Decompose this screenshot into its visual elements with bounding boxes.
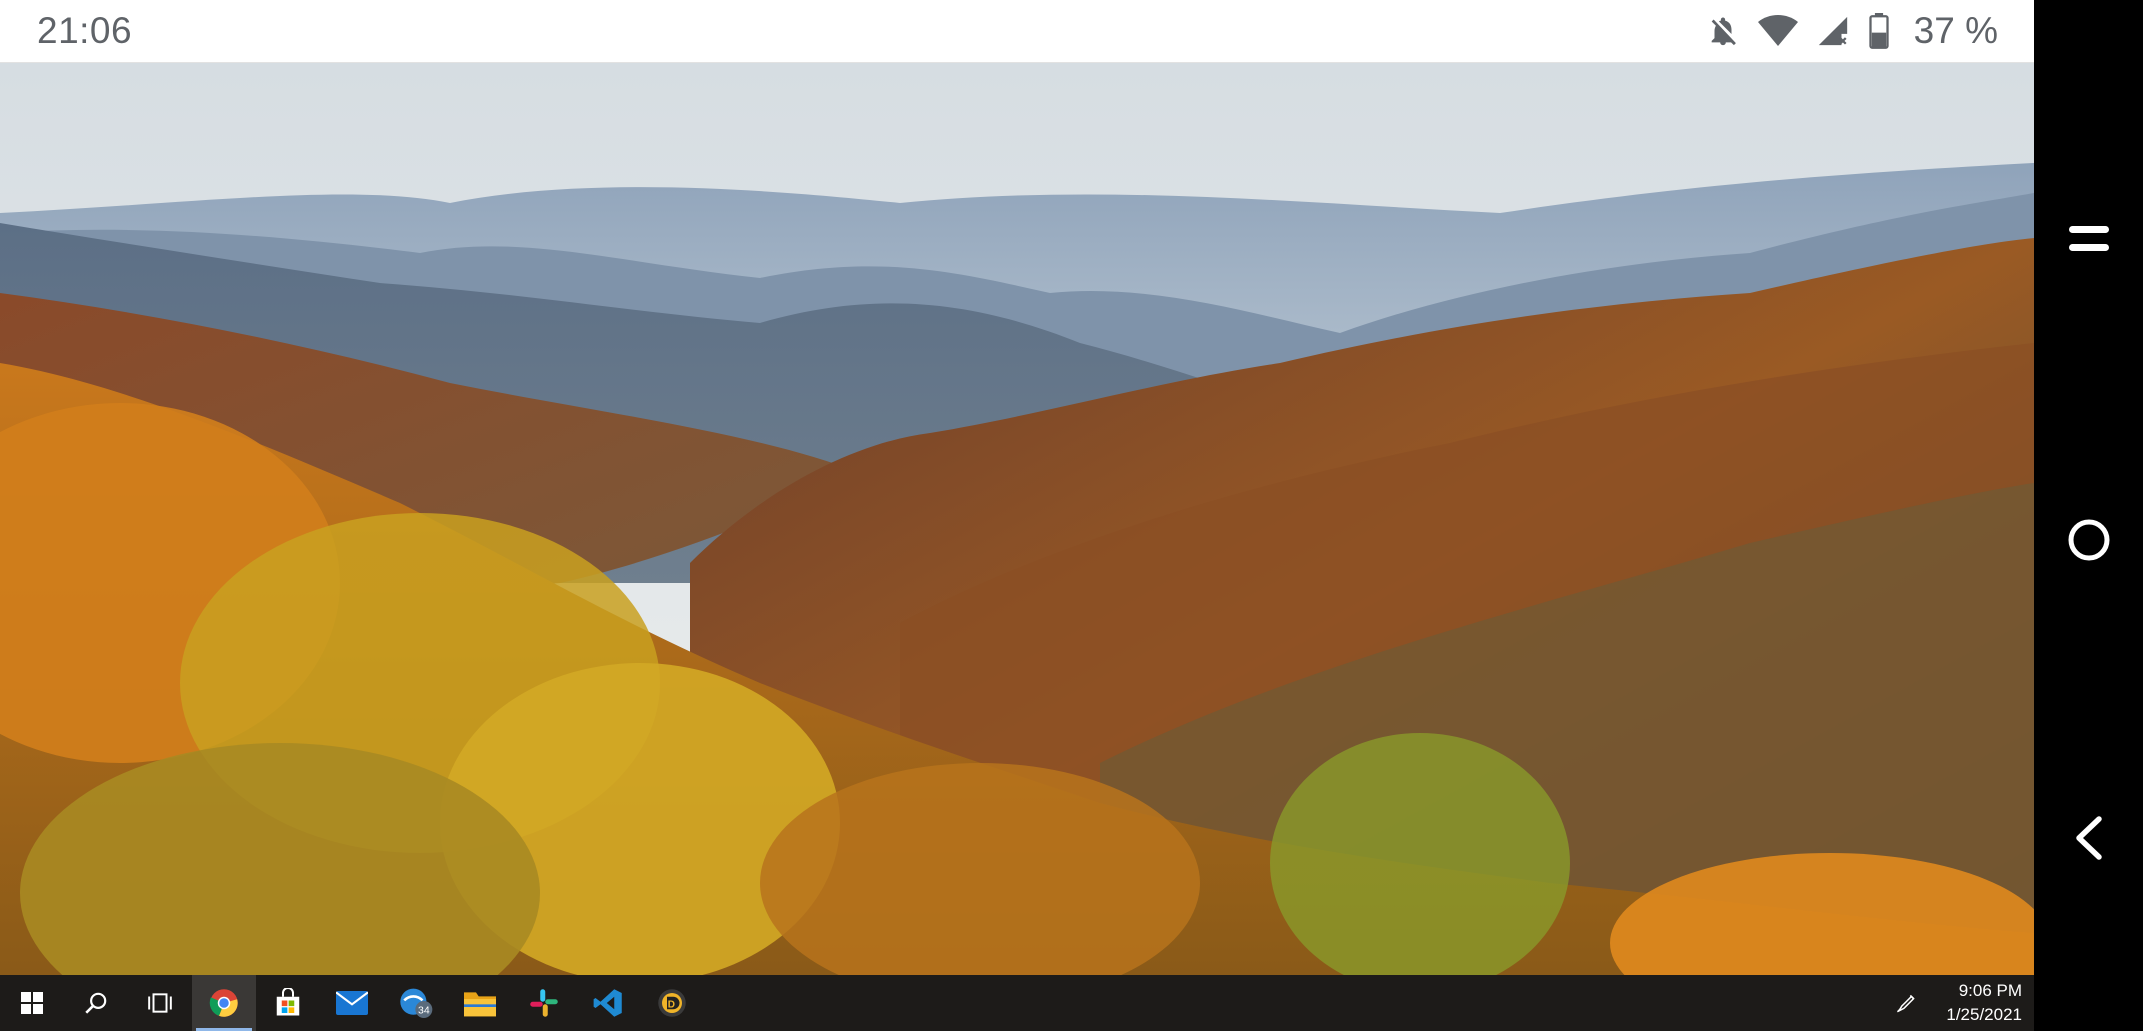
windows-taskbar: 34 D 9:06 PM 1/25/2021 [0,975,2034,1031]
clock-date: 1/25/2021 [1946,1005,2022,1024]
android-status-bar: 21:06 37 % [0,0,2034,63]
mail-icon[interactable] [320,975,384,1031]
battery-percentage: 37 % [1913,10,1998,51]
svg-text:D: D [668,999,675,1010]
media-app-icon[interactable]: D [640,975,704,1031]
app-badge-icon[interactable]: 34 [384,975,448,1031]
status-icons: 37 % [1706,10,1998,52]
task-view-icon[interactable] [128,975,192,1031]
system-tray: 9:06 PM 1/25/2021 [1882,975,2034,1031]
status-time: 21:06 [37,10,133,51]
store-icon[interactable] [256,975,320,1031]
home-icon[interactable] [2034,510,2143,570]
start-icon[interactable] [0,975,64,1031]
pen-icon[interactable] [1882,990,1930,1016]
back-icon[interactable] [2034,808,2143,868]
battery-icon [1868,13,1890,49]
wifi-icon [1757,14,1798,48]
remote-desktop[interactable] [0,63,2034,975]
search-icon[interactable] [64,975,128,1031]
chrome-icon[interactable] [192,975,256,1031]
vscode-icon[interactable] [576,975,640,1031]
taskbar-clock[interactable]: 9:06 PM 1/25/2021 [1930,979,2026,1027]
recents-icon[interactable] [2034,210,2143,270]
notifications-off-icon [1706,14,1740,48]
android-navigation-bar [2034,0,2143,1031]
cellular-signal-no-data-icon [1816,14,1850,48]
file-explorer-icon[interactable] [448,975,512,1031]
slack-icon[interactable] [512,975,576,1031]
clock-time: 9:06 PM [1958,981,2022,1000]
desktop-wallpaper [0,63,2034,975]
app-badge-count: 34 [418,1005,430,1016]
